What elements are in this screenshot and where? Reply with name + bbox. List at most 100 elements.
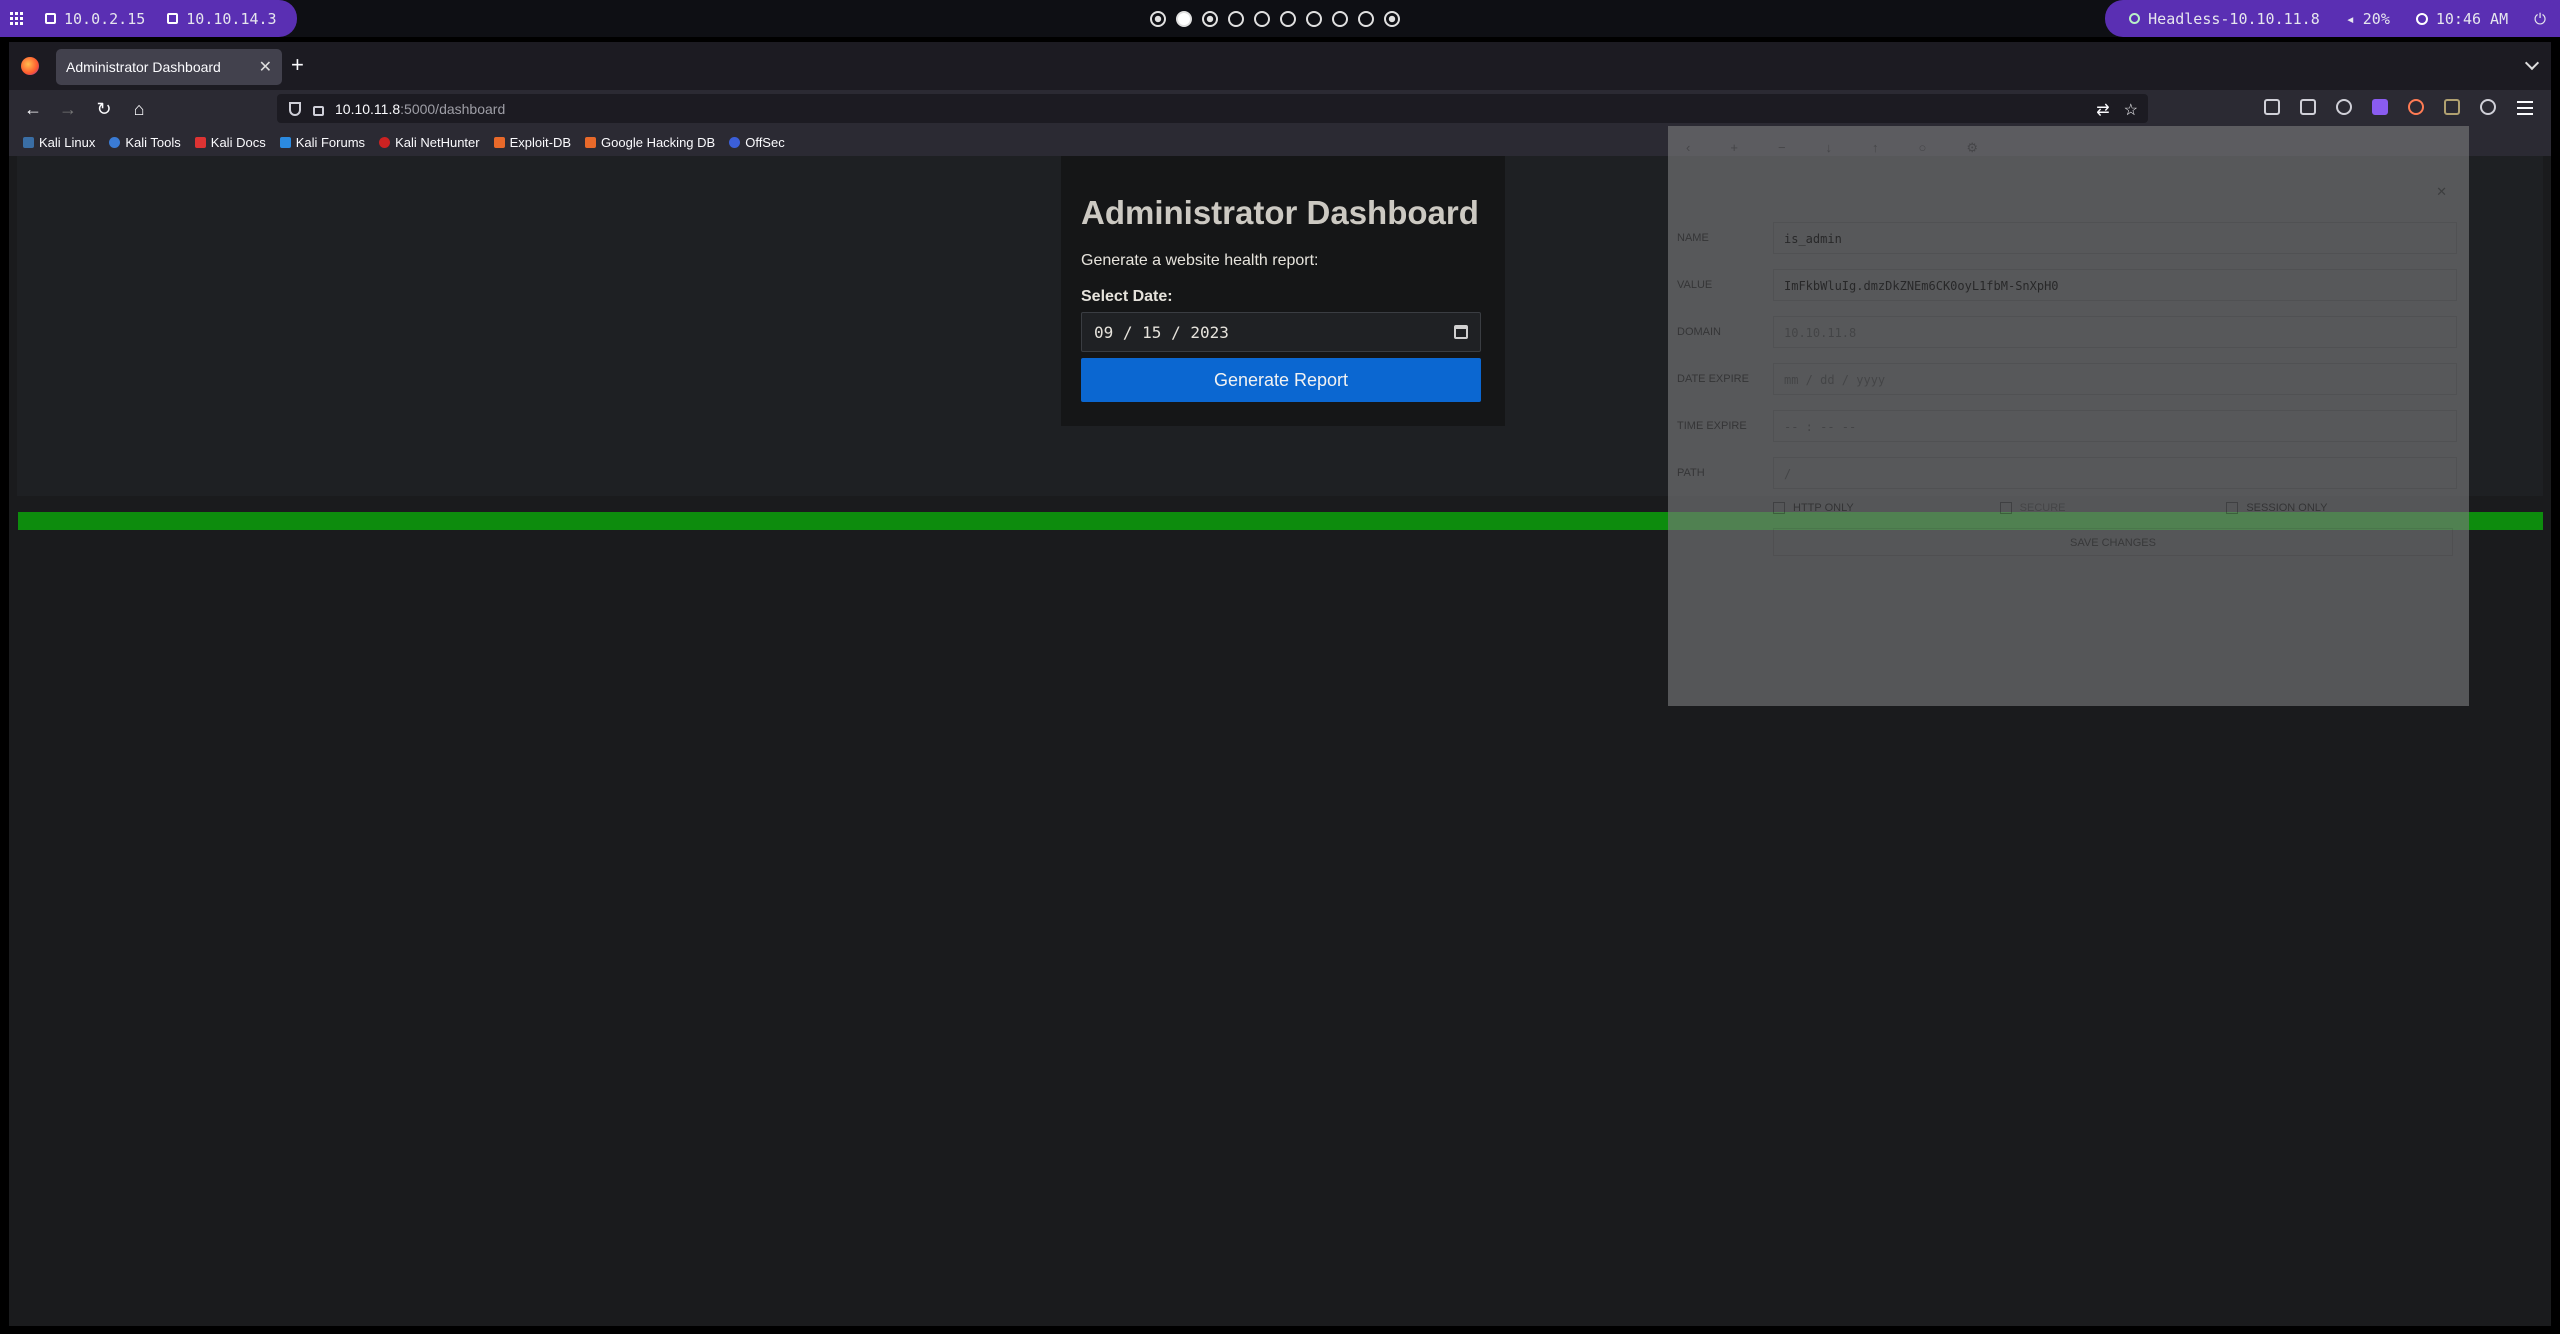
vpn-ip-text: 10.10.14.3 bbox=[186, 9, 277, 28]
add-icon[interactable]: + bbox=[1730, 140, 1738, 156]
cookie-path-row: PATH / bbox=[1677, 455, 2457, 491]
reload-icon[interactable]: ↻ bbox=[92, 97, 116, 121]
checkbox-checked-icon bbox=[2226, 502, 2239, 514]
delete-icon[interactable]: − bbox=[1778, 140, 1786, 156]
new-tab-icon[interactable]: + bbox=[291, 52, 304, 78]
system-panel-right: Headless-10.10.11.8 ◂ 20% 10:46 AM ⏻ bbox=[2105, 0, 2560, 37]
workspace-switcher bbox=[1150, 11, 1400, 27]
volume-indicator[interactable]: ◂ 20% bbox=[2346, 10, 2390, 28]
forward-icon[interactable]: → bbox=[56, 97, 80, 121]
workspace-10[interactable] bbox=[1384, 11, 1400, 27]
power-icon[interactable]: ⏻ bbox=[2534, 10, 2546, 28]
workspace-9[interactable] bbox=[1358, 11, 1374, 27]
url-bar[interactable]: 10.10.11.8:5000/dashboard ⇄ ☆ bbox=[277, 94, 2148, 123]
workspace-7[interactable] bbox=[1306, 11, 1322, 27]
bookmark-kali-nethunter[interactable]: Kali NetHunter bbox=[379, 135, 480, 150]
target-text: Headless-10.10.11.8 bbox=[2148, 9, 2320, 28]
app-menu-icon[interactable] bbox=[10, 12, 23, 25]
cookie-editor-panel: ‹ + − ↓ ↑ ○ ⚙ ✕ NAME is_admin VALUE ImFk… bbox=[1668, 126, 2469, 706]
cookie-value-label: VALUE bbox=[1677, 279, 1713, 291]
tracking-shield-icon[interactable] bbox=[289, 101, 301, 116]
navigation-toolbar: ← → ↻ ⌂ 10.10.11.8:5000/dashboard ⇄ ☆ bbox=[9, 90, 2551, 128]
kali-icon bbox=[23, 136, 34, 148]
page-title: Administrator Dashboard bbox=[1081, 194, 1479, 231]
cookie-date-expire-row: DATE EXPIRE mm / dd / yyyy bbox=[1677, 361, 2457, 397]
tab-strip: Administrator Dashboard ✕ + bbox=[9, 42, 2551, 90]
glasses-extension-icon[interactable] bbox=[2336, 99, 2352, 115]
menu-icon[interactable] bbox=[2517, 101, 2533, 119]
bookmark-label: Google Hacking DB bbox=[601, 134, 716, 150]
tab-dashboard[interactable]: Administrator Dashboard ✕ bbox=[56, 49, 282, 85]
workspace-3[interactable] bbox=[1202, 11, 1218, 27]
cookie-time-expire-label: TIME EXPIRE bbox=[1677, 420, 1747, 432]
list-tabs-icon[interactable] bbox=[2524, 55, 2540, 71]
extensions-icon[interactable] bbox=[2300, 99, 2316, 115]
generate-report-button[interactable]: Generate Report bbox=[1081, 358, 1481, 402]
bookmark-google-hacking-db[interactable]: Google Hacking DB bbox=[585, 135, 715, 150]
back-icon[interactable]: ← bbox=[21, 97, 45, 121]
bookmark-label: Kali Linux bbox=[39, 134, 96, 150]
cookie-editor-icon[interactable] bbox=[2444, 99, 2460, 115]
close-icon[interactable]: ✕ bbox=[2436, 184, 2447, 200]
cookie-name-row: NAME is_admin bbox=[1677, 220, 2457, 256]
calendar-icon[interactable] bbox=[1454, 325, 1468, 339]
bookmark-kali-forums[interactable]: Kali Forums bbox=[279, 134, 366, 150]
session-only-checkbox[interactable]: SESSION ONLY bbox=[2226, 502, 2453, 514]
clock-text: 10:46 AM bbox=[2435, 9, 2509, 28]
secure-checkbox[interactable]: SECURE bbox=[1999, 502, 2227, 514]
volume-text: 20% bbox=[2362, 9, 2390, 28]
bookmark-kali-docs[interactable]: Kali Docs bbox=[194, 135, 266, 150]
cookie-value-field[interactable]: ImFkbWluIg.dmzDkZNEm6CK0oyL1fbM-SnXpH0 bbox=[1773, 269, 2457, 301]
workspace-6[interactable] bbox=[1280, 11, 1296, 27]
cookie-extension-icon[interactable] bbox=[2408, 99, 2424, 115]
date-input[interactable]: 09 / 15 / 2023 bbox=[1081, 312, 1481, 352]
purple-extension-icon[interactable] bbox=[2372, 99, 2388, 115]
system-panel-left: 10.0.2.15 10.10.14.3 bbox=[0, 0, 297, 37]
lock-icon[interactable] bbox=[313, 105, 324, 116]
kali-docs-icon bbox=[194, 136, 206, 148]
local-ip-text: 10.0.2.15 bbox=[64, 9, 146, 28]
home-icon[interactable]: ⌂ bbox=[127, 97, 151, 121]
cookie-path-field[interactable]: / bbox=[1773, 457, 2457, 489]
search-icon[interactable]: ○ bbox=[1919, 140, 1927, 156]
offsec-icon bbox=[729, 136, 741, 148]
url-host: 10.10.11.8 bbox=[335, 100, 401, 117]
bookmark-label: Kali Forums bbox=[295, 134, 366, 150]
http-only-checkbox[interactable]: HTTP ONLY bbox=[1773, 502, 2000, 514]
translate-icon[interactable]: ⇄ bbox=[2096, 100, 2109, 120]
workspace-8[interactable] bbox=[1332, 11, 1348, 27]
bookmark-kali-linux[interactable]: Kali Linux bbox=[23, 135, 95, 150]
speaker-icon: ◂ bbox=[2345, 9, 2355, 28]
close-tab-icon[interactable]: ✕ bbox=[259, 57, 272, 77]
checkbox-icon bbox=[1773, 502, 1785, 514]
bookmark-kali-tools[interactable]: Kali Tools bbox=[109, 135, 181, 150]
cookie-domain-label: DOMAIN bbox=[1677, 326, 1721, 338]
export-icon[interactable]: ↑ bbox=[1872, 140, 1879, 156]
cookie-date-expire-field[interactable]: mm / dd / yyyy bbox=[1773, 363, 2457, 395]
cookie-domain-field[interactable]: 10.10.11.8 bbox=[1773, 316, 2457, 348]
pocket-icon[interactable] bbox=[2264, 99, 2280, 115]
workspace-2[interactable] bbox=[1176, 11, 1192, 27]
cookie-time-expire-field[interactable]: -- : -- -- bbox=[1773, 410, 2457, 442]
bookmark-offsec[interactable]: OffSec bbox=[729, 135, 785, 150]
vpn-ip-indicator: 10.10.14.3 bbox=[167, 9, 277, 28]
bookmark-star-icon[interactable]: ☆ bbox=[2124, 100, 2138, 120]
workspace-1[interactable] bbox=[1150, 11, 1166, 27]
import-icon[interactable]: ↓ bbox=[1826, 140, 1833, 156]
workspace-4[interactable] bbox=[1228, 11, 1244, 27]
settings-icon[interactable] bbox=[2480, 99, 2496, 115]
cookie-flags: HTTP ONLY SECURE SESSION ONLY bbox=[1773, 502, 2453, 514]
bookmark-label: Kali NetHunter bbox=[395, 134, 480, 150]
workspace-5[interactable] bbox=[1254, 11, 1270, 27]
bookmark-exploit-db[interactable]: Exploit-DB bbox=[493, 135, 571, 150]
local-ip-indicator: 10.0.2.15 bbox=[45, 10, 145, 28]
settings-icon[interactable]: ⚙ bbox=[1966, 140, 1978, 156]
back-icon[interactable]: ‹ bbox=[1686, 140, 1690, 156]
save-changes-button[interactable]: SAVE CHANGES bbox=[1773, 528, 2453, 556]
cookie-date-expire-label: DATE EXPIRE bbox=[1677, 373, 1749, 385]
tab-title: Administrator Dashboard bbox=[66, 59, 221, 75]
kali-forums-icon bbox=[279, 136, 291, 148]
date-value: 09 / 15 / 2023 bbox=[1094, 322, 1229, 342]
cookie-name-field[interactable]: is_admin bbox=[1773, 222, 2457, 254]
cookie-value-row: VALUE ImFkbWluIg.dmzDkZNEm6CK0oyL1fbM-Sn… bbox=[1677, 267, 2457, 303]
